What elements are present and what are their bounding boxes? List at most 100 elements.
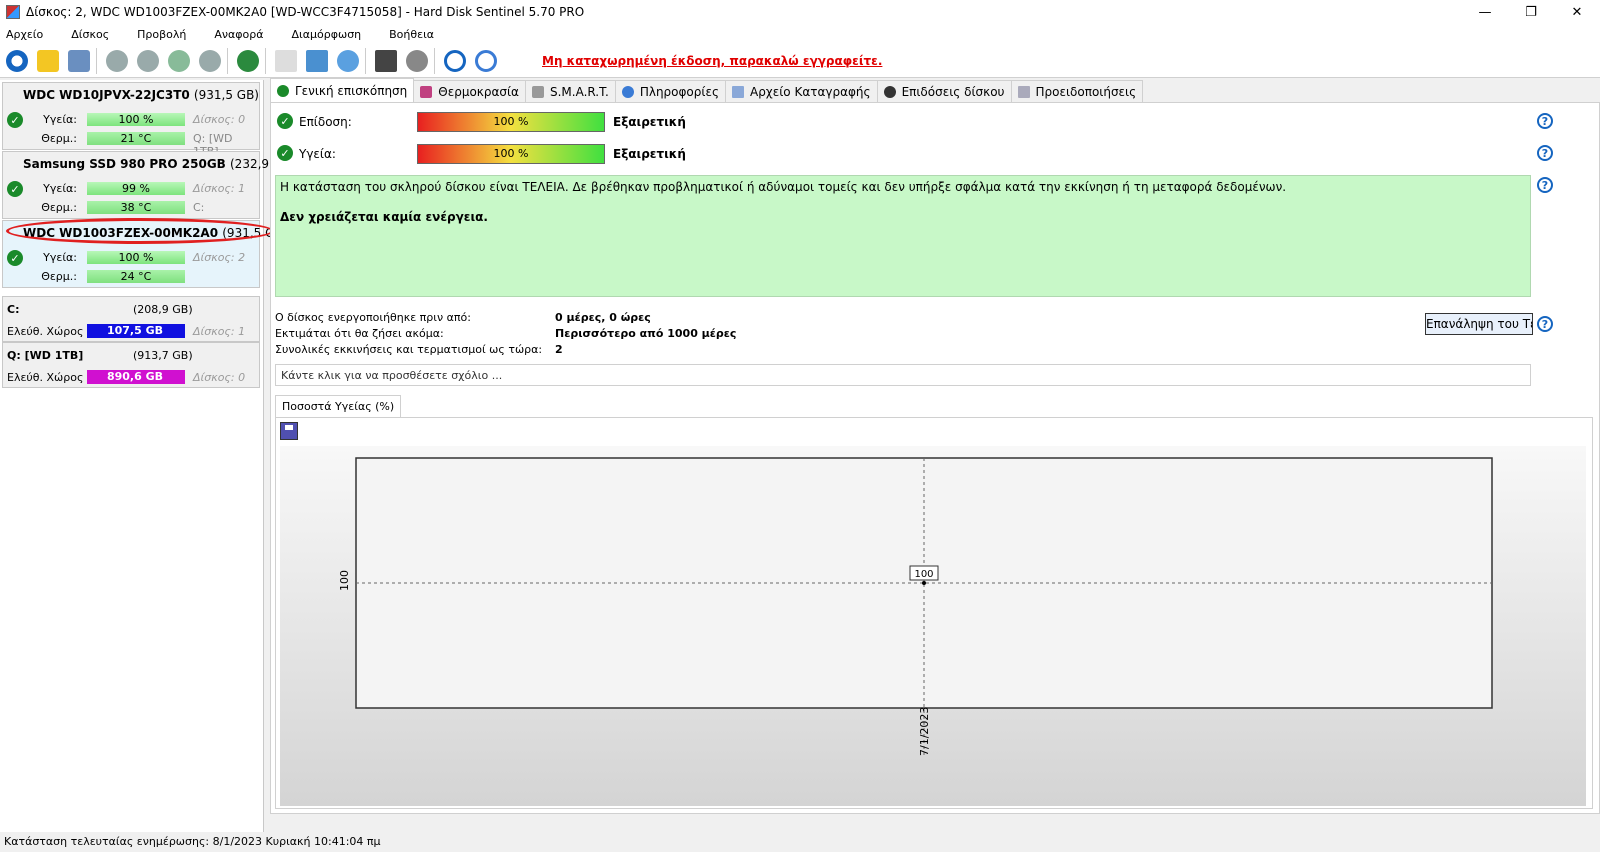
test-button-4[interactable]: [196, 47, 224, 75]
maximize-button[interactable]: ❐: [1508, 0, 1554, 24]
tab-alerts[interactable]: Προειδοποιήσεις: [1010, 80, 1144, 102]
send-report-button[interactable]: [303, 47, 331, 75]
main-tabs: Γενική επισκόπηση Θερμοκρασία S.M.A.R.T.…: [270, 78, 1144, 102]
health-help-icon[interactable]: ?: [1537, 145, 1553, 161]
performance-rating: Εξαιρετική: [613, 115, 686, 129]
ok-check-icon: ✓: [7, 250, 23, 266]
monitor-icon: [375, 49, 397, 72]
close-button[interactable]: ✕: [1554, 0, 1600, 24]
volume-disk-index: Δίσκος: 1: [193, 325, 246, 338]
menu-configuration[interactable]: Διαμόρφωση: [286, 28, 370, 41]
warning-icon: [37, 49, 59, 72]
volume-disk-index: Δίσκος: 0: [193, 371, 246, 384]
tab-overview[interactable]: Γενική επισκόπηση: [270, 78, 415, 102]
lifetime-label: Εκτιμάται ότι θα ζήσει ακόμα:: [275, 327, 444, 340]
ok-check-icon: ✓: [277, 113, 293, 129]
test-button-3[interactable]: [165, 47, 193, 75]
performance-bar: 100 %: [417, 112, 605, 132]
health-label: Υγεία:: [43, 182, 77, 195]
powered-on-value: 0 μέρες, 0 ώρες: [555, 311, 651, 324]
temp-bar: 24 °C: [87, 270, 185, 283]
title-bar: Δίσκος: 2, WDC WD1003FZEX-00MK2A0 [WD-WC…: [0, 0, 1600, 24]
menu-view[interactable]: Προβολή: [131, 28, 194, 41]
volume-size: (913,7 GB): [133, 349, 193, 362]
minimize-button[interactable]: —: [1462, 0, 1508, 24]
disk-surface-icon: [137, 49, 159, 72]
tab-performance[interactable]: Επιδόσεις δίσκου: [876, 80, 1012, 102]
temp-label: Θερμ.:: [41, 132, 77, 145]
ok-check-icon: [277, 84, 289, 97]
test-button-2[interactable]: [134, 47, 162, 75]
alerts-button[interactable]: [34, 47, 62, 75]
tab-information[interactable]: Πληροφορίες: [614, 80, 726, 102]
temp-label: Θερμ.:: [41, 270, 77, 283]
disk-model: Samsung SSD 980 PRO 250GB: [23, 157, 226, 171]
sound-button[interactable]: [403, 47, 431, 75]
tab-health-chart[interactable]: Ποσοστά Υγείας (%): [275, 395, 402, 417]
overview-panel: ✓ Επίδοση: 100 % Εξαιρετική ? ✓ Υγεία: 1…: [270, 102, 1600, 814]
about-button[interactable]: [472, 47, 500, 75]
action-text: Δεν χρειάζεται καμία ενέργεια.: [280, 210, 488, 224]
health-chart-panel: 7/1/2023 100 100: [275, 417, 1593, 809]
disk-entry-1[interactable]: Samsung SSD 980 PRO 250GB (232,9 GB) ✓ Υ…: [2, 151, 295, 219]
start-stop-label: Συνολικές εκκινήσεις και τερματισμοί ως …: [275, 343, 543, 356]
disk-health-row: ✓ Υγεία: 100 % Δίσκος: 0: [3, 110, 259, 128]
tab-temperature[interactable]: Θερμοκρασία: [413, 80, 526, 102]
tab-label: Αρχείο Καταγραφής: [749, 84, 871, 99]
menu-disk[interactable]: Δίσκος: [65, 28, 117, 41]
disk-tool-icon: [199, 49, 221, 72]
volume-entry-q[interactable]: Q: [WD 1TB] (913,7 GB) Ελεύθ. Χώρος 890,…: [2, 342, 260, 388]
register-link[interactable]: Μη καταχωρημένη έκδοση, παρακαλώ εγγραφε…: [542, 54, 882, 68]
ok-check-icon: ✓: [7, 181, 23, 197]
status-description: Η κατάσταση του σκληρού δίσκου είναι ΤΕΛ…: [275, 175, 1531, 297]
disk-temp-row: Θερμ.: 21 °C Q: [WD 1TB]: [3, 129, 259, 158]
performance-help-icon[interactable]: ?: [1537, 113, 1553, 129]
retest-help-icon[interactable]: ?: [1537, 316, 1553, 332]
tab-label: Θερμοκρασία: [438, 84, 519, 99]
powered-on-label: Ο δίσκος ενεργοποιήθηκε πριν από:: [275, 311, 471, 324]
disk-index: Δίσκος: 2: [193, 251, 246, 264]
disk-partition: C:: [193, 201, 205, 214]
menu-report[interactable]: Αναφορά: [208, 28, 271, 41]
comment-field[interactable]: Κάντε κλικ για να προσθέσετε σχόλιο ...: [275, 364, 1531, 386]
smart-icon: [531, 85, 544, 98]
refresh-button[interactable]: [3, 47, 31, 75]
tab-label: Προειδοποιήσεις: [1035, 84, 1137, 99]
disk-entry-0[interactable]: WDC WD10JPVX-22JC3T0 (931,5 GB) ✓ Υγεία:…: [2, 82, 260, 158]
refresh-icon: [6, 49, 28, 72]
free-space-label: Ελεύθ. Χώρος: [7, 371, 84, 384]
disk-info-button[interactable]: [65, 47, 93, 75]
help-button[interactable]: [441, 47, 469, 75]
help-icon: [444, 49, 466, 72]
settings-button[interactable]: [372, 47, 400, 75]
x-tick-label: 7/1/2023: [918, 707, 931, 756]
tab-log[interactable]: Αρχείο Καταγραφής: [724, 80, 878, 102]
temp-bar: 38 °C: [87, 201, 185, 214]
tab-label: Γενική επισκόπηση: [295, 83, 408, 98]
disk-model: WDC WD10JPVX-22JC3T0: [23, 88, 190, 102]
tab-label: S.M.A.R.T.: [549, 84, 609, 99]
test-button-1[interactable]: [103, 47, 131, 75]
data-point: [922, 581, 926, 585]
disk-health-row: ✓ Υγεία: 99 % Δίσκος: 1: [3, 179, 259, 197]
retest-button[interactable]: Επανάληψη του Τεστ: [1425, 313, 1533, 335]
save-icon[interactable]: [280, 422, 298, 440]
lifetime-value: Περισσότερο από 1000 μέρες: [555, 327, 737, 340]
health-bar: 99 %: [87, 182, 185, 195]
ok-check-icon: ✓: [277, 145, 293, 161]
health-row: ✓ Υγεία: 100 % Εξαιρετική: [275, 143, 1595, 165]
toolbar-separator: [265, 47, 266, 74]
status-help-icon[interactable]: ?: [1537, 177, 1553, 193]
disk-health-row: ✓ Υγεία: 100 % Δίσκος: 2: [3, 248, 259, 266]
menu-help[interactable]: Βοήθεια: [383, 28, 442, 41]
free-space-bar: 890,6 GB: [87, 370, 185, 384]
network-button[interactable]: [334, 47, 362, 75]
web-button[interactable]: [234, 47, 262, 75]
y-tick-label: 100: [338, 570, 351, 591]
menu-file[interactable]: Αρχείο: [0, 28, 51, 41]
report-button[interactable]: [272, 47, 300, 75]
thermometer-icon: [420, 85, 433, 98]
network-icon: [337, 49, 359, 72]
tab-smart[interactable]: S.M.A.R.T.: [524, 80, 616, 102]
volume-entry-c[interactable]: C: (208,9 GB) Ελεύθ. Χώρος 107,5 GB Δίσκ…: [2, 296, 260, 342]
